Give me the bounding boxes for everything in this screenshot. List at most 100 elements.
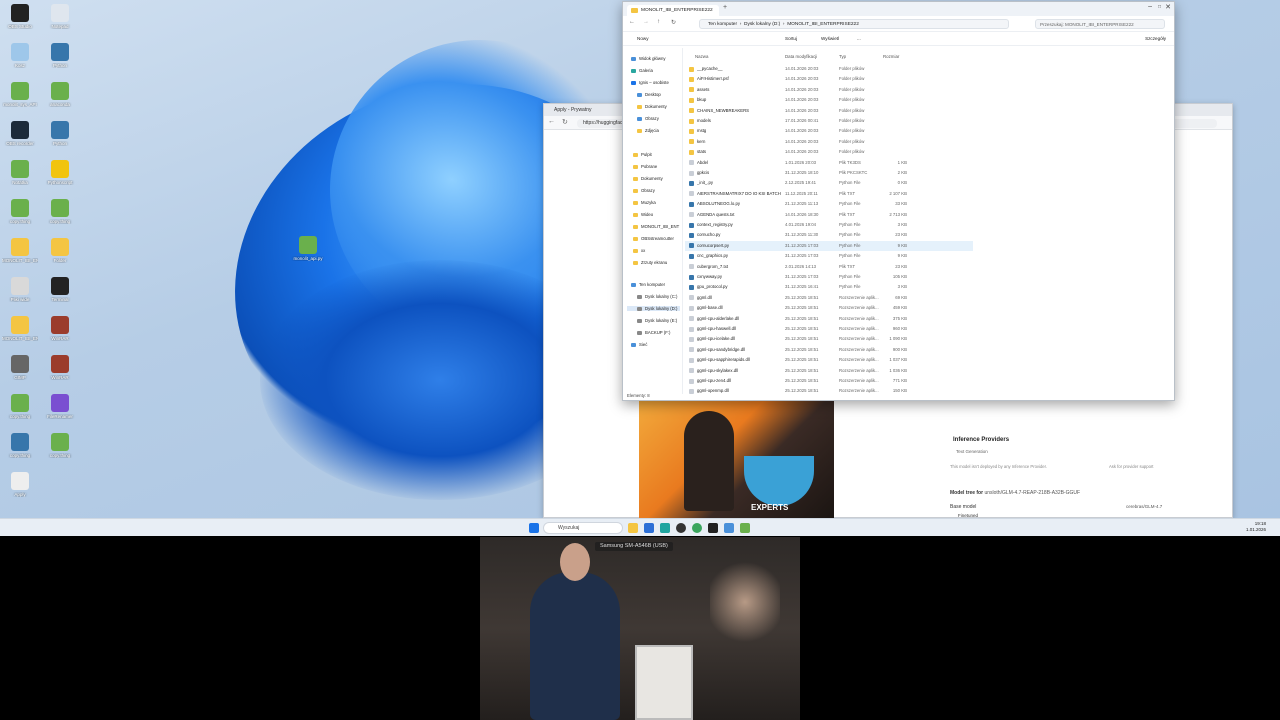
nav-pinned-item[interactable]: Muzyka (633, 200, 656, 205)
edge-taskbar-icon[interactable] (660, 523, 670, 533)
desktop-icon[interactable]: Python (42, 43, 78, 68)
nav-home[interactable]: Widok główny (631, 56, 666, 61)
file-row[interactable]: ggml-openmp.dll 25.12.2025 18:51 Rozszerze… (685, 386, 973, 394)
nav-network[interactable]: Sieć (631, 342, 647, 347)
file-row[interactable]: cxnywway.py 31.12.2025 17:03 Python File 10… (685, 272, 973, 282)
file-row[interactable]: cubergrom_7.txt 2.01.2026 14:13 Plik TXT 23… (685, 262, 973, 272)
file-row[interactable]: ggml-cpu-alderlake.dll 25.12.2025 18:51 Ro… (685, 314, 973, 324)
desktop-icon[interactable]: Folder (42, 238, 78, 263)
file-row[interactable]: CHAINS_NEWBREAKERS 14.01.2026 20:03 Folder… (685, 106, 973, 116)
file-explorer-taskbar-icon[interactable] (628, 523, 638, 533)
file-row[interactable]: bkup 14.01.2026 20:03 Folder plików (685, 95, 973, 105)
obs-taskbar-icon[interactable] (676, 523, 686, 533)
nav-this-pc[interactable]: Ten komputer (631, 282, 665, 287)
nav-pinned-item[interactable]: Wideo (633, 212, 653, 217)
new-button[interactable]: Nowy (637, 36, 649, 41)
close-icon[interactable]: ✕ (1165, 3, 1171, 11)
nav-desktop[interactable]: Desktop (637, 92, 661, 97)
back-icon[interactable]: ← (629, 19, 635, 25)
file-row[interactable]: __pycache__ 14.01.2026 20:03 Folder plików (685, 64, 973, 74)
desktop-icon[interactable]: OBS recorder (2, 121, 38, 146)
more-button[interactable]: ... (857, 36, 861, 41)
desktop-icon[interactable]: Kosz (2, 43, 38, 68)
nav-cloud[interactable]: Ignis – osobiste (631, 80, 669, 85)
file-row[interactable]: _init_.py 2.12.2025 19:41 Python File 0 KB (685, 178, 973, 188)
desktop-icon[interactable]: copy.thing (42, 199, 78, 224)
file-row[interactable]: assets 14.01.2026 20:03 Folder plików (685, 85, 973, 95)
nav-pinned-item[interactable]: OBSstreamcutter (633, 236, 674, 241)
explorer-tab[interactable]: MONOLIT_IBI_ENTERPRISE222 (627, 5, 719, 16)
file-row[interactable]: ggml-cpu-zen4.dll 25.12.2025 18:51 Rozszer… (685, 376, 973, 386)
floating-desktop-icon[interactable]: monolit_api.py (290, 236, 326, 261)
desktop-icon[interactable]: WinRAR (42, 316, 78, 341)
desktop-icon[interactable]: Notepad (42, 4, 78, 29)
file-row[interactable]: ggml-cpu-icelake.dll 25.12.2025 18:51 Rozs… (685, 334, 973, 344)
up-icon[interactable]: ↑ (657, 19, 660, 25)
file-row[interactable]: ggml-cpu-sandybridge.dll 25.12.2025 18:51… (685, 345, 973, 355)
desktop-icon[interactable]: anaconda (42, 82, 78, 107)
file-row[interactable]: gpu_protocol.py 31.12.2025 16:41 Python Fi… (685, 282, 973, 292)
app-taskbar-icon[interactable] (724, 523, 734, 533)
reload-icon[interactable]: ↻ (562, 118, 568, 126)
sort-button[interactable]: Sortuj (785, 36, 797, 41)
file-row[interactable]: mstg 14.01.2026 20:03 Folder plików (685, 126, 973, 136)
desktop-icon[interactable]: copy.thing (42, 433, 78, 458)
nav-gallery[interactable]: Galeria (631, 68, 653, 73)
desktop-icon[interactable]: Terminal (42, 277, 78, 302)
view-button[interactable]: Wyświetl (821, 36, 839, 41)
desktop-icon[interactable]: Apply (2, 472, 38, 497)
column-size[interactable]: Rozmiar (883, 54, 899, 59)
taskbar-search[interactable]: Wyszukaj (543, 522, 623, 534)
forward-icon[interactable]: → (643, 19, 649, 25)
desktop-icon[interactable]: OBS Studio (2, 4, 38, 29)
file-explorer-window[interactable]: MONOLIT_IBI_ENTERPRISE222 + – □ ✕ ← → ↑ … (622, 1, 1175, 401)
file-row[interactable]: ggml-cpu-sapphirerapids.dll 25.12.2025 18… (685, 355, 973, 365)
nav-pinned-item[interactable]: Pobrane (633, 164, 657, 169)
nav-pictures[interactable]: Obrazy (637, 116, 659, 121)
details-button[interactable]: Szczegóły (1145, 36, 1166, 41)
desktop-icon[interactable]: WinRAR (42, 355, 78, 380)
nav-pinned-item[interactable]: Pulpit (633, 152, 652, 157)
desktop-icon[interactable]: Pythonscript (42, 160, 78, 185)
new-tab-icon[interactable]: + (723, 4, 727, 11)
base-model-value[interactable]: cerebras/GLM-4.7 (1126, 504, 1162, 509)
file-row[interactable]: cornucho.py 31.12.2025 11:30 Python File 23… (685, 230, 973, 240)
file-row[interactable]: cnc_graphics.py 31.12.2025 17:03 Python Fi… (685, 251, 973, 261)
file-row[interactable]: AGENDA quests.txt 14.01.2026 18:30 Plik TX… (685, 210, 973, 220)
file-row[interactable]: models 17.01.2026 00:41 Folder plików (685, 116, 973, 126)
file-row[interactable]: context_registry.py 4.01.2026 19:04 Python… (685, 220, 973, 230)
file-row[interactable]: ggml-base.dll 25.12.2025 18:51 Rozszerzeni… (685, 303, 973, 313)
file-row[interactable]: AiFrHistimerr.psf 14.01.2026 20:03 Folder … (685, 74, 973, 84)
file-row[interactable]: kern 14.01.2026 20:03 Folder plików (685, 137, 973, 147)
refresh-icon[interactable]: ↻ (671, 19, 676, 26)
nav-pinned-item[interactable]: xx (633, 248, 645, 253)
nav-pinned-item[interactable]: Obrazy (633, 188, 655, 193)
terminal-taskbar-icon[interactable] (708, 523, 718, 533)
nav-documents[interactable]: Dokumenty (637, 104, 667, 109)
nav-drive[interactable]: Dysk lokalny (D:) (627, 306, 680, 311)
desktop-icon[interactable]: Notatka (2, 160, 38, 185)
back-icon[interactable]: ← (548, 118, 555, 125)
nav-drive[interactable]: Dysk lokalny (C:) (637, 294, 677, 299)
file-row[interactable]: ggml.dll 25.12.2025 18:51 Rozszerzenie apl… (685, 293, 973, 303)
desktop-icon[interactable]: copy.thing (2, 394, 38, 419)
column-name[interactable]: Nazwa (695, 54, 708, 59)
minimize-icon[interactable]: – (1148, 3, 1152, 10)
file-row[interactable]: AIERSTRAINSMATRIX7 DO IO KSI BATCH 11.12.… (685, 189, 973, 199)
desktop-icon[interactable]: Python (42, 121, 78, 146)
file-row[interactable]: ABSOLUTNEOG.lo.py 21.12.2025 11:13 Python … (685, 199, 973, 209)
desktop-icon[interactable]: MONOLIT_IBI_EN (2, 316, 38, 341)
search-input[interactable]: Przeszukaj: MONOLIT_IBI_ENTERPRISE222 (1035, 19, 1165, 29)
desktop-icon[interactable]: FileRenamer (42, 394, 78, 419)
store-taskbar-icon[interactable] (644, 523, 654, 533)
maximize-icon[interactable]: □ (1158, 4, 1161, 10)
start-icon[interactable] (529, 523, 539, 533)
file-row[interactable]: ggml-cpu-skylakex.dll 25.12.2025 18:51 Roz… (685, 366, 973, 376)
column-date[interactable]: Data modyfikacji (785, 54, 817, 59)
desktop-icon[interactable]: GIMP (2, 355, 38, 380)
nav-pinned-item[interactable]: Dokumenty (633, 176, 663, 181)
column-type[interactable]: Typ (839, 54, 846, 59)
chrome-taskbar-icon[interactable] (692, 523, 702, 533)
file-row[interactable]: gpkcis 31.12.2025 18:10 Plik PKCSKTC 2 KB (685, 168, 973, 178)
file-row[interactable]: ggml-cpu-haswell.dll 25.12.2025 18:51 Rozs… (685, 324, 973, 334)
